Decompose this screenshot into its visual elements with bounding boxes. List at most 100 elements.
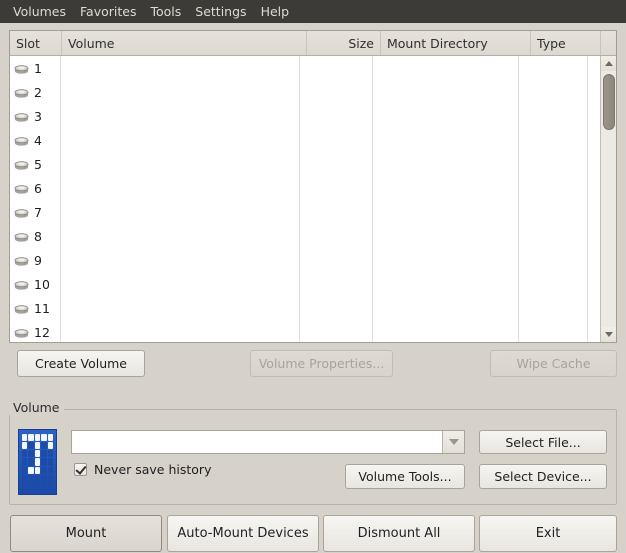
volume-cell (61, 248, 301, 272)
size-cell (300, 248, 373, 272)
logo-dot (41, 442, 47, 450)
type-cell (519, 272, 588, 296)
menu-item-tools[interactable]: Tools (143, 2, 188, 21)
size-cell (300, 296, 373, 320)
size-cell (300, 80, 373, 104)
mount-button[interactable]: Mount (10, 515, 162, 552)
volume-groupbox-title: Volume (9, 401, 64, 415)
slot-cell: 4 (10, 128, 61, 152)
table-row[interactable]: 10 (10, 272, 600, 296)
slot-cell: 3 (10, 104, 61, 128)
slot-cell: 9 (10, 248, 61, 272)
slot-cell: 2 (10, 80, 61, 104)
auto-mount-devices-button[interactable]: Auto-Mount Devices (167, 515, 319, 552)
table-row[interactable]: 8 (10, 224, 600, 248)
logo-dot (22, 434, 28, 442)
filler-cell (588, 224, 600, 248)
table-row[interactable]: 1 (10, 56, 600, 80)
volume-list-body[interactable]: 1 2 3 4 5 6 7 8 9 10 11 12 (10, 56, 600, 342)
slot-number: 8 (34, 228, 42, 244)
mount-cell (373, 320, 520, 342)
column-header-volume[interactable]: Volume (62, 31, 307, 55)
volume-cell (61, 272, 301, 296)
mount-cell (373, 272, 520, 296)
never-save-history-row[interactable]: Never save history (74, 462, 211, 477)
logo-dot (28, 458, 34, 466)
type-cell (519, 176, 588, 200)
table-row[interactable]: 2 (10, 80, 600, 104)
mount-cell (373, 80, 520, 104)
logo-dot (41, 474, 47, 482)
table-row[interactable]: 11 (10, 296, 600, 320)
table-row[interactable]: 12 (10, 320, 600, 342)
logo-dot (41, 450, 47, 458)
menu-item-settings[interactable]: Settings (188, 2, 253, 21)
volume-tools-button[interactable]: Volume Tools... (345, 464, 465, 489)
menu-item-favorites[interactable]: Favorites (73, 2, 143, 21)
logo-dot (47, 450, 53, 458)
filler-cell (588, 152, 600, 176)
column-header-type[interactable]: Type (531, 31, 601, 55)
filler-cell (588, 296, 600, 320)
mount-cell (373, 152, 520, 176)
slot-number: 4 (34, 132, 42, 148)
select-device-button[interactable]: Select Device... (479, 464, 607, 489)
volume-slot-list[interactable]: Slot Volume Size Mount Directory Type 12… (9, 30, 617, 343)
logo-dot (34, 434, 41, 442)
create-volume-button[interactable]: Create Volume (17, 350, 145, 377)
type-cell (519, 248, 588, 272)
volume-properties-button[interactable]: Volume Properties... (250, 350, 393, 377)
volume-groupbox (9, 409, 617, 505)
type-cell (519, 80, 588, 104)
drive-icon (14, 135, 29, 146)
volume-cell (61, 224, 301, 248)
drive-icon (14, 183, 29, 194)
type-cell (519, 152, 588, 176)
slot-cell: 1 (10, 56, 61, 80)
volume-list-header: Slot Volume Size Mount Directory Type (10, 31, 616, 56)
column-header-mount-directory[interactable]: Mount Directory (381, 31, 531, 55)
logo-dot (47, 442, 53, 450)
wipe-cache-button[interactable]: Wipe Cache (490, 350, 617, 377)
drive-icon (14, 207, 29, 218)
filler-cell (588, 176, 600, 200)
table-row[interactable]: 9 (10, 248, 600, 272)
slot-number: 10 (34, 276, 50, 292)
logo-dot (34, 442, 41, 450)
type-cell (519, 56, 588, 80)
filler-cell (588, 56, 600, 80)
mount-cell (373, 128, 520, 152)
logo-dot (34, 458, 41, 466)
mount-cell (373, 296, 520, 320)
volume-list-scrollbar[interactable] (600, 56, 616, 342)
logo-dot (22, 466, 28, 474)
drive-icon (14, 159, 29, 170)
column-header-size[interactable]: Size (307, 31, 381, 55)
table-row[interactable]: 4 (10, 128, 600, 152)
logo-dot (28, 450, 34, 458)
dismount-all-button[interactable]: Dismount All (323, 515, 475, 552)
table-row[interactable]: 5 (10, 152, 600, 176)
volume-path-combobox[interactable] (71, 430, 465, 454)
slot-cell: 10 (10, 272, 61, 296)
select-file-button[interactable]: Select File... (479, 430, 607, 454)
slot-number: 9 (34, 252, 42, 268)
slot-cell: 6 (10, 176, 61, 200)
never-save-history-checkbox[interactable] (74, 463, 87, 476)
logo-dot (47, 466, 53, 474)
table-row[interactable]: 7 (10, 200, 600, 224)
scroll-up-arrow-icon[interactable] (601, 56, 616, 71)
chevron-down-icon[interactable] (442, 431, 464, 453)
menu-item-help[interactable]: Help (254, 2, 297, 21)
table-row[interactable]: 6 (10, 176, 600, 200)
menu-item-volumes[interactable]: Volumes (6, 2, 73, 21)
drive-icon (14, 279, 29, 290)
scroll-down-arrow-icon[interactable] (601, 327, 616, 342)
table-row[interactable]: 3 (10, 104, 600, 128)
type-cell (519, 128, 588, 152)
column-header-slot[interactable]: Slot (10, 31, 62, 55)
scrollbar-thumb[interactable] (603, 74, 615, 130)
size-cell (300, 272, 373, 296)
exit-button[interactable]: Exit (479, 515, 617, 552)
veracrypt-logo-icon (18, 429, 57, 495)
